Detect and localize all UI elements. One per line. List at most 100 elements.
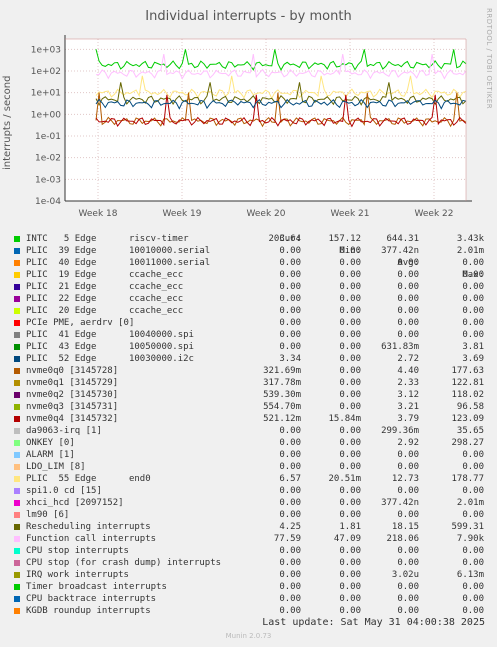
legend-max-value: 177.63 bbox=[451, 366, 484, 376]
legend-series-name: PLIC 43 Edge 10050000.spi bbox=[26, 342, 194, 352]
legend-swatch bbox=[14, 248, 20, 254]
legend-series-name: PLIC 41 Edge 10040000.spi bbox=[26, 330, 194, 340]
legend-series-name: PLIC 52 Edge 10030000.i2c bbox=[26, 354, 194, 364]
legend-min-value: 0.00 bbox=[339, 558, 361, 568]
legend-max-value: 0.00 bbox=[462, 582, 484, 592]
legend-avg-value: 377.42n bbox=[381, 498, 419, 508]
y-tick-label: 1e+03 bbox=[31, 45, 61, 55]
legend-cur-value: 0.00 bbox=[279, 282, 301, 292]
legend-cur-value: 539.30m bbox=[263, 390, 301, 400]
legend-row: PLIC 39 Edge 10010000.serial 0.00 0.00 377.… bbox=[0, 245, 497, 257]
legend-swatch bbox=[14, 332, 20, 338]
legend-min-value: 1.81 bbox=[339, 522, 361, 532]
legend-cur-value: 77.59 bbox=[273, 534, 301, 544]
legend-avg-value: 18.15 bbox=[391, 522, 419, 532]
legend-max-value: 0.00 bbox=[462, 546, 484, 556]
legend-min-value: 47.09 bbox=[333, 534, 361, 544]
y-tick-label: 1e+00 bbox=[31, 110, 62, 120]
legend-cur-value: 317.78m bbox=[263, 378, 301, 388]
legend-row: nvme0q4 [3145732] 521.12m 15.84m 3.79 123.09 bbox=[0, 413, 497, 425]
legend-max-value: 123.09 bbox=[451, 414, 484, 424]
legend-max-value: 3.43k bbox=[456, 234, 484, 244]
legend-max-value: 0.00 bbox=[462, 270, 484, 280]
legend-series-name: da9063-irq [1] bbox=[26, 426, 102, 436]
legend-avg-value: 3.12 bbox=[397, 390, 419, 400]
y-tick-label: 1e-04 bbox=[35, 197, 61, 207]
legend-cur-value: 321.69m bbox=[263, 366, 301, 376]
legend-min-value: 0.00 bbox=[339, 390, 361, 400]
legend-row: KGDB roundup interrupts 0.00 0.00 0.00 0.00 bbox=[0, 605, 497, 617]
legend-min-value: 0.00 bbox=[339, 378, 361, 388]
legend-avg-value: 644.31 bbox=[386, 234, 419, 244]
legend-swatch bbox=[14, 428, 20, 434]
legend-cur-value: 0.00 bbox=[279, 306, 301, 316]
legend-cur-value: 3.34 bbox=[279, 354, 301, 364]
legend-max-value: 3.69 bbox=[462, 354, 484, 364]
legend-series-name: IRQ work interrupts bbox=[26, 570, 129, 580]
legend-row: spi1.0 cd [15] 0.00 0.00 0.00 0.00 bbox=[0, 485, 497, 497]
legend-max-value: 178.77 bbox=[451, 474, 484, 484]
legend-series-name: PCIe PME, aerdrv [0] bbox=[26, 318, 135, 328]
legend-min-value: 20.51m bbox=[328, 474, 361, 484]
legend-cur-value: 0.00 bbox=[279, 606, 301, 616]
legend-row: nvme0q0 [3145728] 321.69m 0.00 4.40 177.63 bbox=[0, 365, 497, 377]
legend-min-value: 0.00 bbox=[339, 330, 361, 340]
legend-series-name: PLIC 39 Edge 10010000.serial bbox=[26, 246, 211, 256]
legend-row: PLIC 40 Edge 10011000.serial 0.00 0.00 0.00… bbox=[0, 257, 497, 269]
legend-swatch bbox=[14, 608, 20, 614]
legend-cur-value: 0.00 bbox=[279, 294, 301, 304]
legend-cur-value: 0.00 bbox=[279, 246, 301, 256]
legend-swatch bbox=[14, 380, 20, 386]
legend-cur-value: 6.57 bbox=[279, 474, 301, 484]
legend-max-value: 7.90k bbox=[456, 534, 484, 544]
y-tick-label: 1e-01 bbox=[35, 132, 61, 142]
legend-series-name: PLIC 21 Edge ccache_ecc bbox=[26, 282, 184, 292]
legend-avg-value: 0.00 bbox=[397, 318, 419, 328]
legend-series-name: ALARM [1] bbox=[26, 450, 75, 460]
legend-avg-value: 0.00 bbox=[397, 594, 419, 604]
legend-min-value: 0.00 bbox=[339, 510, 361, 520]
legend-series-name: PLIC 20 Edge ccache_ecc bbox=[26, 306, 184, 316]
legend-cur-value: 0.00 bbox=[279, 318, 301, 328]
legend-series-name: ONKEY [0] bbox=[26, 438, 75, 448]
legend-series-name: PLIC 40 Edge 10011000.serial bbox=[26, 258, 211, 268]
legend-cur-value: 0.00 bbox=[279, 498, 301, 508]
legend-avg-value: 0.00 bbox=[397, 462, 419, 472]
legend-min-value: 157.12 bbox=[328, 234, 361, 244]
legend-series-name: Function call interrupts bbox=[26, 534, 157, 544]
legend-row: da9063-irq [1] 0.00 0.00 299.36m 35.65 bbox=[0, 425, 497, 437]
legend-swatch bbox=[14, 368, 20, 374]
legend-row: xhci_hcd [2097152] 0.00 0.00 377.42n 2.01m bbox=[0, 497, 497, 509]
legend-swatch bbox=[14, 476, 20, 482]
legend-min-value: 0.00 bbox=[339, 546, 361, 556]
legend-swatch bbox=[14, 500, 20, 506]
legend-row: PLIC 20 Edge ccache_ecc 0.00 0.00 0.00 0.00 bbox=[0, 305, 497, 317]
legend-cur-value: 0.00 bbox=[279, 462, 301, 472]
chart-canvas: 1e+03 1e+02 1e+01 1e+00 1e-01 1e-02 1e-03 1e-04… bbox=[31, 35, 472, 219]
legend-series-name: Rescheduling interrupts bbox=[26, 522, 151, 532]
legend-row: nvme0q2 [3145730] 539.30m 0.00 3.12 118.02 bbox=[0, 389, 497, 401]
legend-min-value: 0.00 bbox=[339, 486, 361, 496]
legend-cur-value: 521.12m bbox=[263, 414, 301, 424]
legend-swatch bbox=[14, 296, 20, 302]
legend-row: CPU stop (for crash dump) interrupts 0.00… bbox=[0, 557, 497, 569]
legend-avg-value: 3.21 bbox=[397, 402, 419, 412]
x-tick-label: Week 22 bbox=[415, 209, 454, 219]
legend-min-value: 0.00 bbox=[339, 570, 361, 580]
legend-series-name: INTC 5 Edge riscv-timer bbox=[26, 234, 189, 244]
legend-row: INTC 5 Edge riscv-timer 203.64 157.12 644.3… bbox=[0, 233, 497, 245]
legend-avg-value: 299.36m bbox=[381, 426, 419, 436]
legend-row: PCIe PME, aerdrv [0] 0.00 0.00 0.00 0.00 bbox=[0, 317, 497, 329]
legend-swatch bbox=[14, 344, 20, 350]
legend-avg-value: 3.79 bbox=[397, 414, 419, 424]
legend-max-value: 2.01m bbox=[456, 246, 484, 256]
x-tick-label: Week 19 bbox=[163, 209, 202, 219]
legend-swatch bbox=[14, 488, 20, 494]
legend-series-name: CPU stop interrupts bbox=[26, 546, 129, 556]
legend-row: ONKEY [0] 0.00 0.00 2.92 298.27 bbox=[0, 437, 497, 449]
legend-cur-value: 0.00 bbox=[279, 426, 301, 436]
legend-row: PLIC 43 Edge 10050000.spi 0.00 0.00 631.83m… bbox=[0, 341, 497, 353]
legend-cur-value: 203.64 bbox=[268, 234, 301, 244]
legend-avg-value: 3.02u bbox=[391, 570, 419, 580]
legend-avg-value: 12.73 bbox=[391, 474, 419, 484]
